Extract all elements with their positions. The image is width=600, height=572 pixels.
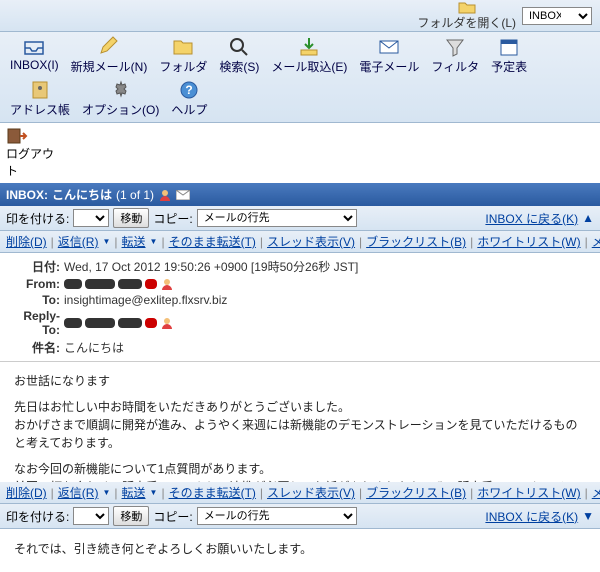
address-button[interactable]: アドレス帳	[4, 77, 76, 120]
title-folder: INBOX:	[6, 188, 48, 202]
inbox-icon	[23, 36, 45, 58]
email-icon	[378, 36, 400, 58]
fetch-button[interactable]: メール取込(E)	[265, 34, 353, 77]
filter-icon	[444, 36, 466, 58]
title-bar: INBOX: こんにちは (1 of 1)	[0, 183, 600, 206]
thread-link[interactable]: スレッド表示(V)	[267, 233, 355, 250]
help-button[interactable]: ?ヘルプ	[165, 77, 213, 120]
footer-flag-row: 印を付ける: 移動 コピー: メールの行先 INBOX に戻る(K) ▼	[0, 504, 600, 529]
inbox-button[interactable]: INBOX(I)	[4, 34, 65, 77]
chevron-down-icon[interactable]: ▼	[150, 488, 158, 497]
folder-button[interactable]: フォルダ	[153, 34, 213, 77]
dest-select-btm[interactable]: メールの行先	[197, 507, 357, 525]
flag-label: 印を付ける:	[6, 210, 69, 227]
pencil-icon	[98, 36, 120, 58]
chevron-down-icon[interactable]: ▼	[150, 237, 158, 246]
reply-link-btm[interactable]: 返信(R)	[58, 484, 99, 501]
delete-link-btm[interactable]: 削除(D)	[6, 484, 47, 501]
whitelist-link-btm[interactable]: ホワイトリスト(W)	[477, 484, 580, 501]
body-p1: お世話になります	[14, 372, 586, 390]
chevron-down-icon[interactable]: ▼	[102, 488, 110, 497]
logout-button[interactable]: ログアウト	[0, 123, 60, 183]
logout-icon	[6, 127, 28, 145]
delete-link[interactable]: 削除(D)	[6, 233, 47, 250]
dest-select[interactable]: メールの行先	[197, 209, 357, 227]
folder-select[interactable]: INBOX	[522, 7, 592, 25]
chevron-down-icon[interactable]: ▼	[102, 237, 110, 246]
source-link[interactable]: メール原文(M)	[592, 233, 600, 250]
from-value	[64, 277, 174, 291]
person-icon[interactable]	[160, 277, 174, 291]
folder-icon	[458, 0, 476, 14]
blacklist-link[interactable]: ブラックリスト(B)	[366, 233, 466, 250]
move-button-btm[interactable]: 移動	[113, 506, 149, 526]
subject-value: こんにちは	[64, 339, 124, 356]
calendar-icon	[498, 36, 520, 58]
replyto-label: Reply-To:	[8, 309, 64, 337]
forward-as-link-btm[interactable]: そのまま転送(T)	[169, 484, 256, 501]
person-icon	[158, 188, 172, 202]
body-p2: 先日はお忙しい中お時間をいただきありがとうございました。 おかげさまで順調に開発…	[14, 398, 586, 452]
flag-row: 印を付ける: 移動 コピー: メールの行先 INBOX に戻る(K) ▲	[0, 206, 600, 231]
title-count: (1 of 1)	[116, 188, 154, 202]
calendar-button[interactable]: 予定表	[485, 34, 533, 77]
gear-icon	[110, 79, 132, 101]
person-icon[interactable]	[160, 316, 174, 330]
signature-redacted	[14, 566, 586, 572]
whitelist-link[interactable]: ホワイトリスト(W)	[477, 233, 580, 250]
envelope-icon	[176, 190, 190, 200]
title-subject: こんにちは	[52, 186, 112, 203]
new-mail-button[interactable]: 新規メール(N)	[65, 34, 154, 77]
help-icon: ?	[178, 79, 200, 101]
blacklist-link-btm[interactable]: ブラックリスト(B)	[366, 484, 466, 501]
date-label: 日付:	[8, 258, 64, 275]
fetch-icon	[298, 36, 320, 58]
search-button[interactable]: 検索(S)	[213, 34, 265, 77]
subject-label: 件名:	[8, 339, 64, 356]
footer-action-row: 削除(D)| 返信(R)▼| 転送▼| そのまま転送(T)| スレッド表示(V)…	[0, 482, 600, 504]
copy-label-btm: コピー:	[153, 508, 192, 525]
to-value: insightimage@exlitep.flxsrv.biz	[64, 293, 227, 307]
thread-link-btm[interactable]: スレッド表示(V)	[267, 484, 355, 501]
folder-icon	[172, 36, 194, 58]
search-icon	[228, 36, 250, 58]
address-icon	[29, 79, 51, 101]
replyto-value	[64, 309, 174, 337]
forward-link[interactable]: 転送	[122, 233, 146, 250]
date-value: Wed, 17 Oct 2012 19:50:26 +0900 [19時50分2…	[64, 258, 358, 275]
forward-as-link[interactable]: そのまま転送(T)	[169, 233, 256, 250]
chevron-up-icon[interactable]: ▲	[582, 211, 594, 225]
message-headers: 日付:Wed, 17 Oct 2012 19:50:26 +0900 [19時5…	[0, 253, 600, 362]
filter-button[interactable]: フィルタ	[425, 34, 485, 77]
chevron-down-icon[interactable]: ▼	[582, 509, 594, 523]
body-p4: それでは、引き続き何とぞよろしくお願いいたします。	[14, 540, 586, 558]
flag-select-btm[interactable]	[73, 507, 109, 525]
move-button[interactable]: 移動	[113, 208, 149, 228]
back-to-inbox-link[interactable]: INBOX に戻る(K)	[485, 210, 578, 227]
flag-label-btm: 印を付ける:	[6, 508, 69, 525]
source-link-btm[interactable]: メール原文(M)	[592, 484, 600, 501]
message-body: お世話になります 先日はお忙しい中お時間をいただきありがとうございました。 おか…	[0, 362, 600, 572]
reply-link[interactable]: 返信(R)	[58, 233, 99, 250]
folder-open-label: フォルダを開く(L)	[417, 14, 516, 31]
options-button[interactable]: オプション(O)	[76, 77, 165, 120]
svg-text:?: ?	[186, 83, 193, 97]
forward-link-btm[interactable]: 転送	[122, 484, 146, 501]
to-label: To:	[8, 293, 64, 307]
from-label: From:	[8, 277, 64, 291]
back-to-inbox-link-btm[interactable]: INBOX に戻る(K)	[485, 508, 578, 525]
action-row: 削除(D)| 返信(R)▼| 転送▼| そのまま転送(T)| スレッド表示(V)…	[0, 231, 600, 253]
copy-label: コピー:	[153, 210, 192, 227]
folder-open-button[interactable]: フォルダを開く(L)	[417, 0, 516, 31]
flag-select[interactable]	[73, 209, 109, 227]
main-toolbar: INBOX(I) 新規メール(N) フォルダ 検索(S) メール取込(E) 電子…	[0, 32, 600, 123]
email-button[interactable]: 電子メール	[353, 34, 425, 77]
